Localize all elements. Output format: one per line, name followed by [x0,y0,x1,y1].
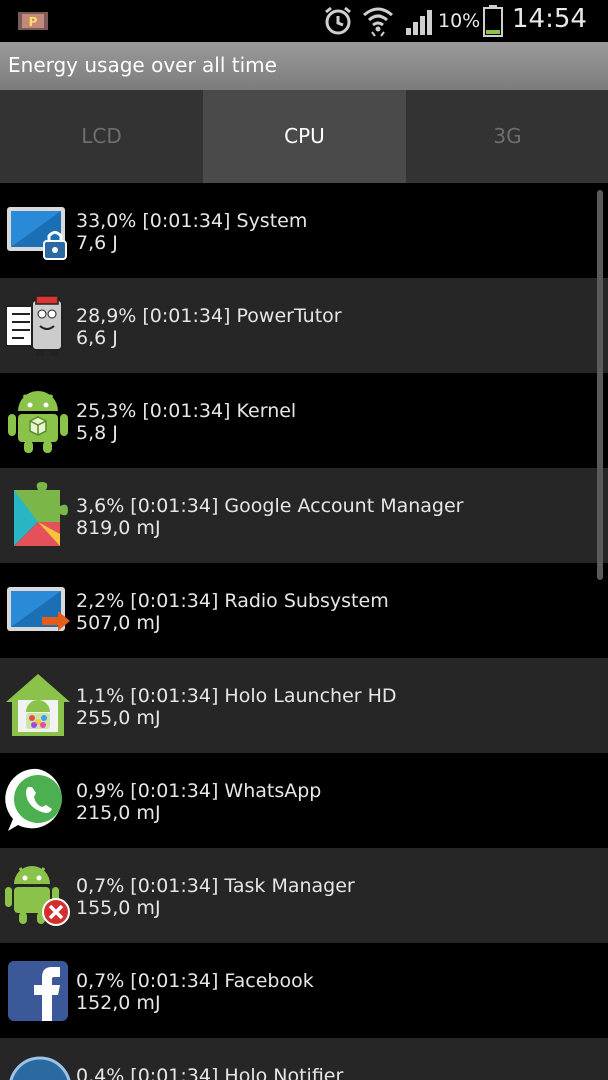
app-usage-line: 0,7% [0:01:34] Facebook [76,970,314,992]
system-lock-icon [4,197,72,265]
app-usage-line: 0,9% [0:01:34] WhatsApp [76,780,322,802]
holo-launcher-icon [4,672,72,740]
app-energy-value: 6,6 J [76,327,118,349]
google-play-services-icon [4,482,72,550]
battery-percent: 10% [438,10,481,32]
app-usage-line: 2,2% [0:01:34] Radio Subsystem [76,590,389,612]
task-manager-icon [4,862,72,930]
app-energy-value: 5,8 J [76,422,118,444]
list-item[interactable]: 1,1% [0:01:34] Holo Launcher HD 255,0 mJ [0,658,608,753]
status-bar: P 10% 14:54 [0,0,608,42]
holo-notifier-icon [4,1052,72,1080]
tab-3g[interactable]: 3G [406,90,608,183]
list-item[interactable]: 0,9% [0:01:34] WhatsApp 215,0 mJ [0,753,608,848]
powertutor-icon [4,292,72,360]
list-item[interactable]: 0,7% [0:01:34] Facebook 152,0 mJ [0,943,608,1038]
app-energy-list[interactable]: 33,0% [0:01:34] System 7,6 J 28,9% [0:01… [0,183,608,1080]
whatsapp-icon [4,767,72,835]
android-kernel-icon [4,387,72,455]
app-energy-value: 819,0 mJ [76,517,161,539]
wifi-icon [362,5,394,37]
battery-icon [482,5,504,37]
app-usage-line: 1,1% [0:01:34] Holo Launcher HD [76,685,397,707]
list-item[interactable]: 0,4% [0:01:34] Holo Notifier [0,1038,608,1080]
app-usage-line: 0,7% [0:01:34] Task Manager [76,875,355,897]
signal-icon [404,8,434,36]
list-item[interactable]: 3,6% [0:01:34] Google Account Manager 81… [0,468,608,563]
svg-text:P: P [29,15,38,29]
app-usage-line: 28,9% [0:01:34] PowerTutor [76,305,342,327]
app-energy-value: 215,0 mJ [76,802,161,824]
app-energy-value: 7,6 J [76,232,118,254]
list-item[interactable]: 2,2% [0:01:34] Radio Subsystem 507,0 mJ [0,563,608,658]
app-energy-value: 155,0 mJ [76,897,161,919]
tab-cpu[interactable]: CPU [203,90,406,183]
radio-subsystem-icon [4,577,72,645]
list-item[interactable]: 28,9% [0:01:34] PowerTutor 6,6 J [0,278,608,373]
list-item[interactable]: 0,7% [0:01:34] Task Manager 155,0 mJ [0,848,608,943]
facebook-icon [4,957,72,1025]
app-energy-value: 255,0 mJ [76,707,161,729]
clock: 14:54 [512,4,587,34]
page-title: Energy usage over all time [8,53,277,77]
alarm-icon [322,5,354,37]
app-energy-value: 507,0 mJ [76,612,161,634]
notification-p-icon: P [18,10,48,32]
tab-bar: LCD CPU 3G [0,90,608,183]
app-usage-line: 3,6% [0:01:34] Google Account Manager [76,495,464,517]
tab-lcd[interactable]: LCD [0,90,203,183]
app-usage-line: 0,4% [0:01:34] Holo Notifier [76,1065,344,1080]
app-usage-line: 25,3% [0:01:34] Kernel [76,400,297,422]
title-bar: Energy usage over all time [0,42,608,90]
list-item[interactable]: 25,3% [0:01:34] Kernel 5,8 J [0,373,608,468]
scrollbar[interactable] [597,190,603,580]
app-energy-value: 152,0 mJ [76,992,161,1014]
list-item[interactable]: 33,0% [0:01:34] System 7,6 J [0,183,608,278]
app-usage-line: 33,0% [0:01:34] System [76,210,308,232]
